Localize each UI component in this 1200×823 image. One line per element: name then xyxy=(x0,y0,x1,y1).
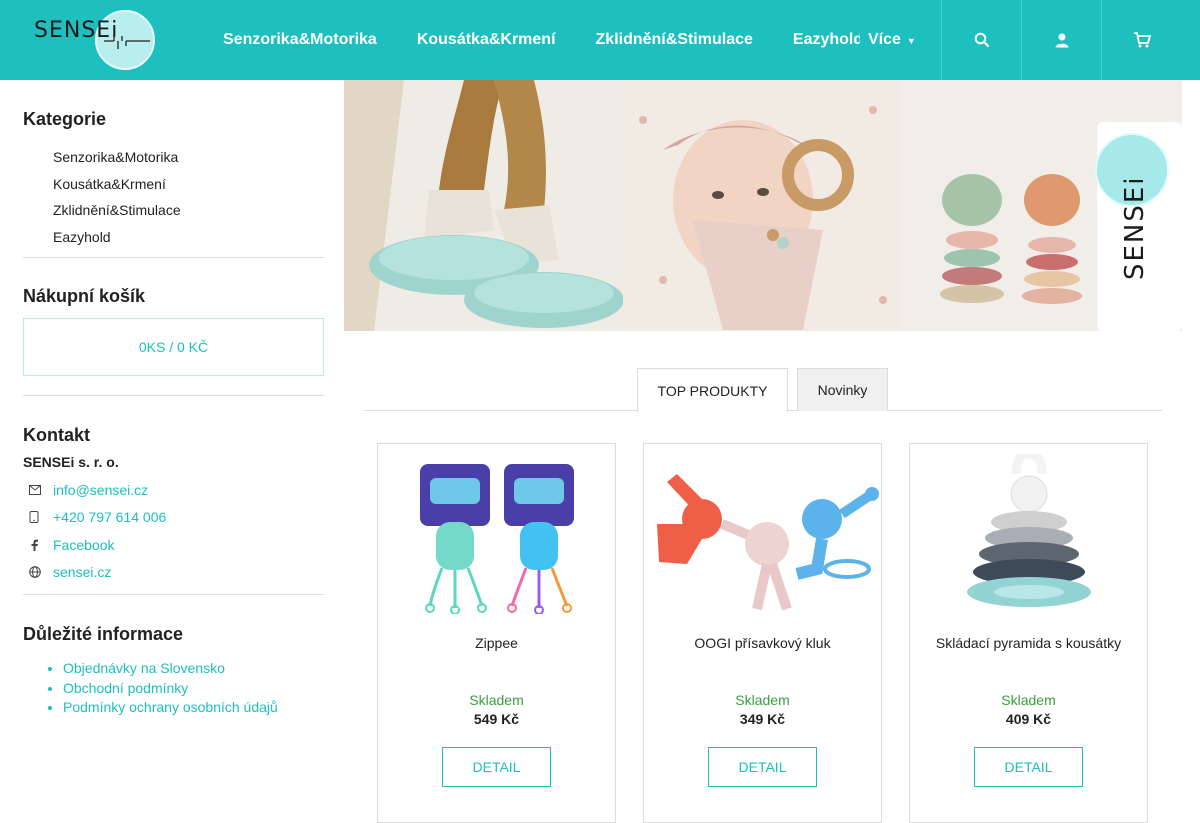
zippee-toy-image xyxy=(419,464,574,614)
product-name[interactable]: Skládací pyramida s kousátky xyxy=(910,635,1147,651)
sidebar: Kategorie Senzorika&Motorika Kousátka&Kr… xyxy=(23,80,324,718)
site-header: SENSEi Senzorika&Motorika Kousátka&Krmen… xyxy=(0,0,1200,80)
category-item-kousatka[interactable]: Kousátka&Krmení xyxy=(23,171,324,198)
main-nav: Senzorika&Motorika Kousátka&Krmení Zklid… xyxy=(223,0,863,80)
contact-email: info@sensei.cz xyxy=(23,476,324,504)
nav-more-button[interactable]: Více ▼ xyxy=(860,0,916,80)
category-item-eazyhold[interactable]: Eazyhold xyxy=(23,224,324,251)
detail-button-label: DETAIL xyxy=(472,759,521,775)
nav-more-label: Více xyxy=(868,31,901,48)
product-image[interactable] xyxy=(910,454,1147,624)
account-button[interactable] xyxy=(1021,0,1101,80)
user-icon xyxy=(1055,33,1068,48)
info-link-item: Podmínky ochrany osobních údajů xyxy=(63,698,324,718)
category-list: Senzorika&Motorika Kousátka&Krmení Zklid… xyxy=(23,144,324,250)
cart-button[interactable] xyxy=(1101,0,1181,80)
info-link-item: Objednávky na Slovensko xyxy=(63,659,324,679)
cart-icon xyxy=(1133,32,1151,48)
contact-phone-link[interactable]: +420 797 614 006 xyxy=(53,509,166,525)
info-link-slovensko[interactable]: Objednávky na Slovensko xyxy=(63,660,225,676)
product-price: 409 Kč xyxy=(1005,711,1052,727)
nav-item-zklidneni[interactable]: Zklidnění&Stimulace xyxy=(596,31,753,49)
detail-button[interactable]: DETAIL xyxy=(708,747,817,787)
facebook-icon xyxy=(23,539,53,551)
product-card[interactable]: Skládací pyramida s kousátky Skladem 409… xyxy=(909,443,1148,823)
product-tabs: TOP PRODUKTY Novinky xyxy=(364,368,1162,412)
contact-list: info@sensei.cz +420 797 614 006 Facebook… xyxy=(23,476,324,586)
product-image[interactable] xyxy=(644,454,881,624)
stock-status: Skladem xyxy=(1001,692,1056,708)
contact-facebook: Facebook xyxy=(23,531,324,559)
contact-web: sensei.cz xyxy=(23,559,324,587)
info-title: Důležité informace xyxy=(23,624,184,644)
cart-summary-box[interactable]: 0KS / 0 KČ xyxy=(23,318,324,376)
contact-web-link[interactable]: sensei.cz xyxy=(53,564,111,580)
mail-icon xyxy=(23,484,53,495)
logo-waveform-icon xyxy=(104,33,150,49)
banner-panel-baby xyxy=(623,80,902,331)
divider xyxy=(23,395,324,396)
product-name[interactable]: OOGI přísavkový kluk xyxy=(644,635,881,651)
banner-panel-toys: SENSEi xyxy=(902,80,1182,331)
cart-title: Nákupní košík xyxy=(23,286,146,306)
info-link-gdpr[interactable]: Podmínky ochrany osobních údajů xyxy=(63,699,278,715)
tab-top-produkty[interactable]: TOP PRODUKTY xyxy=(637,368,788,412)
contact-phone: +420 797 614 006 xyxy=(23,504,324,532)
tab-novinky-label: Novinky xyxy=(817,382,868,398)
phone-icon xyxy=(23,511,53,524)
product-image[interactable] xyxy=(378,454,615,624)
search-icon xyxy=(974,32,989,48)
category-item-zklidneni[interactable]: Zklidnění&Stimulace xyxy=(23,197,324,224)
contact-title: Kontakt xyxy=(23,425,90,445)
stock-status: Skladem xyxy=(469,692,524,708)
tab-novinky[interactable]: Novinky xyxy=(797,368,888,411)
cart-summary: 0KS / 0 KČ xyxy=(138,339,209,355)
contact-email-link[interactable]: info@sensei.cz xyxy=(53,482,148,498)
detail-button-label: DETAIL xyxy=(1004,759,1053,775)
site-logo[interactable]: SENSEi xyxy=(32,8,158,72)
chevron-down-icon: ▼ xyxy=(906,36,916,46)
category-item-senzorika[interactable]: Senzorika&Motorika xyxy=(23,144,324,171)
contact-facebook-link[interactable]: Facebook xyxy=(53,537,114,553)
detail-button-label: DETAIL xyxy=(738,759,787,775)
info-link-list: Objednávky na Slovensko Obchodní podmínk… xyxy=(23,659,324,718)
product-price: 349 Kč xyxy=(739,711,786,727)
hero-banner[interactable]: SENSEi xyxy=(344,80,1182,331)
tab-top-produkty-label: TOP PRODUKTY xyxy=(657,382,768,399)
company-name: SENSEi s. r. o. xyxy=(23,454,119,470)
stock-status: Skladem xyxy=(735,692,790,708)
product-card[interactable]: OOGI přísavkový kluk Skladem 349 Kč DETA… xyxy=(643,443,882,823)
detail-button[interactable]: DETAIL xyxy=(974,747,1083,787)
nav-item-senzorika[interactable]: Senzorika&Motorika xyxy=(223,31,377,49)
baby-teether-image xyxy=(623,80,902,331)
nav-item-eazyhold[interactable]: Eazyhold xyxy=(793,31,863,49)
stacking-pyramid-image xyxy=(966,454,1091,607)
product-price: 549 Kč xyxy=(473,711,520,727)
divider xyxy=(23,594,324,595)
product-card[interactable]: Zippee Skladem 549 Kč DETAIL xyxy=(377,443,616,823)
divider xyxy=(23,257,324,258)
product-name[interactable]: Zippee xyxy=(378,635,615,651)
categories-title: Kategorie xyxy=(23,109,107,129)
banner-panel-balance-stones xyxy=(344,80,623,331)
oogi-toy-image xyxy=(656,474,879,611)
balance-stones-image xyxy=(344,80,623,331)
globe-icon xyxy=(23,566,53,579)
search-button[interactable] xyxy=(941,0,1021,80)
nav-item-kousatka[interactable]: Kousátka&Krmení xyxy=(417,31,556,49)
info-link-obchodni-podminky[interactable]: Obchodní podmínky xyxy=(63,680,188,696)
info-link-item: Obchodní podmínky xyxy=(63,679,324,699)
banner-brand-text: SENSEi xyxy=(1120,175,1150,280)
detail-button[interactable]: DETAIL xyxy=(442,747,551,787)
